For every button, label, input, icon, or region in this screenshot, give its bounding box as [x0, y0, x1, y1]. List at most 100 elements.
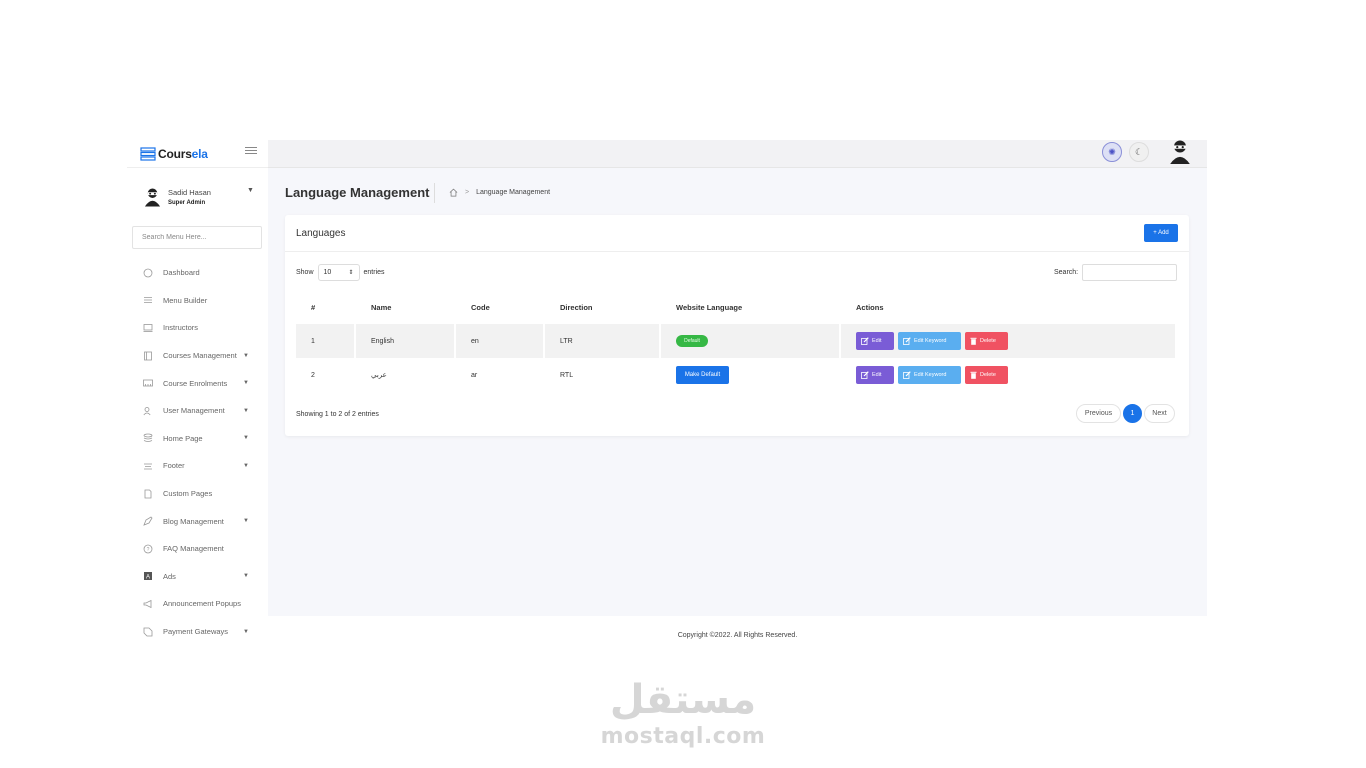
edit-icon [903, 337, 911, 345]
sidebar-item-label: Custom Pages [163, 489, 213, 499]
main-content: Language Management > Language Managemen… [268, 168, 1207, 616]
sidebar-item-footer[interactable]: Footer ▼ [127, 452, 268, 480]
app-window: Coursela Sadid Hasan Super Admin ▼ Dashb… [127, 140, 1207, 645]
enrolment-icon [143, 379, 153, 387]
sidebar-item-ads[interactable]: A Ads ▼ [127, 563, 268, 591]
entries-label: entries [363, 269, 385, 276]
edit-icon [861, 337, 869, 345]
col-direction[interactable]: Direction [545, 291, 661, 324]
footer: Copyright ©2022. All Rights Reserved. [268, 616, 1207, 645]
add-language-button[interactable]: + Add [1144, 224, 1178, 242]
caret-down-icon: ▼ [243, 518, 249, 525]
delete-button[interactable]: Delete [965, 366, 1008, 384]
sidebar: Coursela Sadid Hasan Super Admin ▼ Dashb… [127, 140, 268, 645]
sidebar-item-menu-builder[interactable]: Menu Builder [127, 287, 268, 315]
sidebar-item-label: Footer [163, 461, 185, 471]
breadcrumb-current: Language Management [476, 189, 551, 196]
card-title: Languages [296, 228, 346, 239]
edit-icon [861, 371, 869, 379]
sort-arrows-icon: ⇕ [348, 270, 354, 276]
edit-button[interactable]: Edit [856, 332, 894, 350]
sidebar-item-custom-pages[interactable]: Custom Pages [127, 480, 268, 508]
next-page-button[interactable]: Next [1144, 404, 1175, 423]
sidebar-item-label: Home Page [163, 433, 203, 443]
caret-down-icon: ▼ [243, 628, 249, 635]
col-name[interactable]: Name [356, 291, 456, 324]
book-icon [144, 351, 152, 360]
col-code[interactable]: Code [456, 291, 545, 324]
make-default-button[interactable]: Make Default [676, 366, 729, 384]
user-role: Super Admin [168, 200, 206, 206]
sidebar-item-instructors[interactable]: Instructors [127, 314, 268, 342]
light-mode-icon[interactable]: ✺ [1102, 142, 1122, 162]
avatar [144, 188, 161, 207]
sidebar-item-announcement-popups[interactable]: Announcement Popups [127, 590, 268, 618]
default-badge: Default [676, 335, 708, 347]
topbar: ✺ ☾ [268, 140, 1207, 168]
hamburger-icon[interactable] [245, 145, 257, 157]
table-info: Showing 1 to 2 of 2 entries [296, 411, 379, 418]
language-code: ar [471, 371, 478, 379]
users-icon [143, 406, 151, 416]
language-direction: LTR [545, 324, 661, 358]
title-divider [434, 183, 435, 203]
delete-button[interactable]: Delete [965, 332, 1008, 350]
watermark: مستقل mostaql.com [598, 675, 768, 749]
menu-search-input[interactable] [132, 226, 262, 249]
sidebar-menu: Dashboard Menu Builder Instructors Courses … [127, 259, 268, 645]
brand-name: Coursela [158, 146, 208, 161]
breadcrumb-separator: > [465, 189, 470, 196]
watermark-arabic: مستقل [609, 677, 757, 723]
user-profile[interactable]: Sadid Hasan Super Admin ▼ [127, 168, 268, 226]
language-name: English [356, 324, 456, 358]
caret-down-icon: ▼ [243, 435, 249, 442]
edit-button[interactable]: Edit [856, 366, 894, 384]
sidebar-item-label: Ads [163, 571, 176, 581]
sidebar-item-label: Instructors [163, 323, 199, 333]
caret-down-icon: ▼ [243, 380, 249, 387]
website-language-cell: Make Default [661, 358, 841, 392]
edit-keyword-button[interactable]: Edit Keyword [898, 366, 961, 384]
table-search: Search: [1054, 264, 1178, 281]
caret-down-icon: ▼ [243, 352, 249, 359]
page-1-button[interactable]: 1 [1123, 404, 1142, 423]
col-number[interactable]: # [296, 291, 356, 324]
caret-down-icon: ▼ [243, 462, 249, 469]
entries-value: 10 [323, 269, 332, 276]
sidebar-item-label: Payment Gateways [163, 627, 229, 637]
svg-text:?: ? [147, 547, 150, 553]
table-search-input[interactable] [1082, 264, 1178, 281]
website-language-cell: Default [661, 324, 841, 358]
watermark-latin: mostaql.com [600, 724, 766, 749]
language-direction: RTL [560, 371, 574, 379]
edit-keyword-button[interactable]: Edit Keyword [898, 332, 961, 350]
megaphone-icon [143, 599, 152, 609]
actions-cell: Edit Edit Keyword Delete [841, 324, 1177, 358]
sidebar-item-faq-management[interactable]: ? FAQ Management [127, 535, 268, 563]
show-label: Show [296, 269, 314, 276]
sidebar-item-home-page[interactable]: Home Page ▼ [127, 425, 268, 453]
sidebar-item-blog-management[interactable]: Blog Management ▼ [127, 507, 268, 535]
instructor-icon [143, 324, 153, 332]
entries-select[interactable]: 10 ⇕ [317, 264, 360, 281]
question-icon: ? [143, 544, 153, 554]
col-website-language[interactable]: Website Language [661, 291, 841, 324]
sidebar-item-label: Course Enrolments [163, 378, 228, 388]
sidebar-item-courses-management[interactable]: Courses Management ▼ [127, 342, 268, 370]
user-avatar-icon[interactable] [1169, 140, 1191, 164]
caret-down-icon[interactable]: ▼ [247, 187, 254, 194]
sidebar-item-payment-gateways[interactable]: Payment Gateways ▼ [127, 618, 268, 645]
card-header: Languages + Add [285, 215, 1189, 252]
sidebar-item-dashboard[interactable]: Dashboard [127, 259, 268, 287]
home-icon[interactable] [449, 188, 458, 197]
blog-icon [143, 516, 153, 526]
dark-mode-icon[interactable]: ☾ [1129, 142, 1149, 162]
page-icon [144, 489, 152, 498]
previous-page-button[interactable]: Previous [1076, 404, 1121, 423]
sidebar-item-course-enrolments[interactable]: Course Enrolments ▼ [127, 369, 268, 397]
languages-card: Languages + Add Show 10 ⇕ entries Search… [285, 215, 1189, 436]
language-name: عربي [371, 372, 387, 379]
col-actions[interactable]: Actions [841, 291, 1177, 324]
languages-table: # Name Code Direction Website Language A… [296, 291, 1177, 392]
sidebar-item-user-management[interactable]: User Management ▼ [127, 397, 268, 425]
